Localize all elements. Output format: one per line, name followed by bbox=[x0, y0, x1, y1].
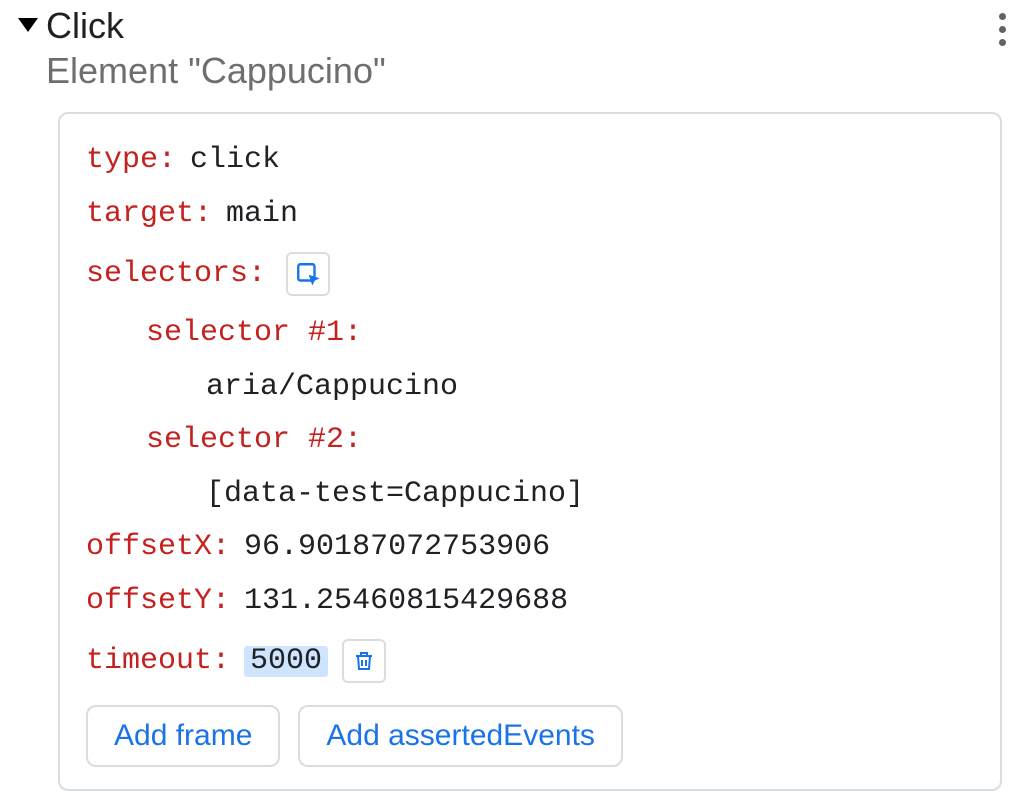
field-value: aria/Cappucino bbox=[206, 372, 458, 404]
step-details-panel: type: click target: main selectors: sele… bbox=[58, 112, 1002, 791]
recorder-step: Click Element "Cappucino" type: click ta… bbox=[0, 0, 1032, 791]
field-key: timeout bbox=[86, 646, 212, 678]
field-key: selectors bbox=[86, 259, 248, 291]
step-subtitle: Element "Cappucino" bbox=[46, 49, 982, 92]
field-selector-2[interactable]: selector #2: bbox=[86, 425, 974, 457]
field-value: click bbox=[190, 145, 280, 177]
add-asserted-events-button[interactable]: Add assertedEvents bbox=[298, 705, 623, 767]
step-action-buttons: Add frame Add assertedEvents bbox=[86, 705, 974, 767]
field-selector-1[interactable]: selector #1: bbox=[86, 318, 974, 350]
field-key: type bbox=[86, 145, 158, 177]
field-timeout[interactable]: timeout: 5000 bbox=[86, 639, 974, 683]
trash-icon bbox=[352, 649, 376, 673]
step-title: Click bbox=[46, 4, 982, 47]
step-header: Click Element "Cappucino" bbox=[18, 4, 1022, 92]
field-target[interactable]: target: main bbox=[86, 199, 974, 231]
field-key: offsetY bbox=[86, 586, 212, 618]
collapse-toggle-icon[interactable] bbox=[18, 18, 38, 32]
field-selector-2-value[interactable]: [data-test=Cappucino] bbox=[86, 479, 974, 511]
field-value: main bbox=[226, 199, 298, 231]
timeout-input[interactable]: 5000 bbox=[244, 646, 328, 678]
delete-timeout-button[interactable] bbox=[342, 639, 386, 683]
field-value: 96.90187072753906 bbox=[244, 532, 550, 564]
field-key: selector #2 bbox=[146, 425, 344, 457]
kebab-icon bbox=[999, 10, 1006, 49]
field-key: offsetX bbox=[86, 532, 212, 564]
field-value: [data-test=Cappucino] bbox=[206, 479, 584, 511]
field-value: 131.25460815429688 bbox=[244, 586, 568, 618]
pick-element-button[interactable] bbox=[286, 252, 330, 296]
field-key: target bbox=[86, 199, 194, 231]
step-header-titles: Click Element "Cappucino" bbox=[46, 4, 982, 92]
selector-picker-icon bbox=[295, 261, 321, 287]
field-selectors[interactable]: selectors: bbox=[86, 252, 974, 296]
step-menu-button[interactable] bbox=[982, 4, 1022, 49]
field-type[interactable]: type: click bbox=[86, 145, 974, 177]
add-frame-button[interactable]: Add frame bbox=[86, 705, 280, 767]
field-selector-1-value[interactable]: aria/Cappucino bbox=[86, 372, 974, 404]
field-offset-y[interactable]: offsetY: 131.25460815429688 bbox=[86, 586, 974, 618]
field-offset-x[interactable]: offsetX: 96.90187072753906 bbox=[86, 532, 974, 564]
field-key: selector #1 bbox=[146, 318, 344, 350]
